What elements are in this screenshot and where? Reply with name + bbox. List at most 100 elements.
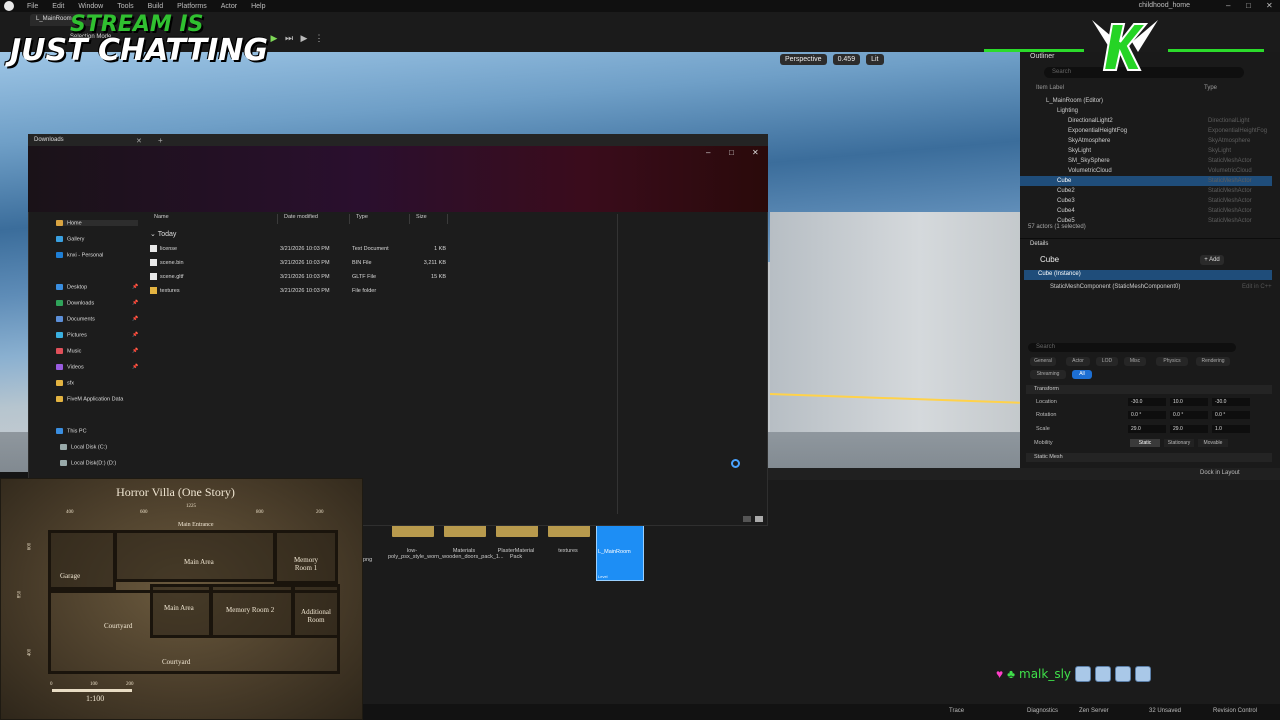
file-row[interactable]: textures 3/21/2026 10:03 PM File folder	[148, 286, 468, 296]
step-icon[interactable]: ⏭	[283, 32, 295, 44]
outliner-row[interactable]: SM_SkySphere StaticMeshActor	[1020, 156, 1272, 166]
edit-cpp-link[interactable]: Edit in C++	[1242, 284, 1272, 290]
location-y[interactable]: 10.0	[1170, 398, 1208, 406]
explorer-tab[interactable]: Downloads	[34, 137, 64, 143]
filter-tab-actor[interactable]: Actor	[1066, 357, 1090, 366]
pin-icon[interactable]: 📌	[132, 316, 138, 322]
pin-icon[interactable]: 📌	[132, 332, 138, 338]
scale-z[interactable]: 1.0	[1212, 425, 1250, 433]
menu-window[interactable]: Window	[71, 3, 110, 10]
zen-server-button[interactable]: Zen Server	[1079, 708, 1109, 714]
folder-icon[interactable]	[444, 525, 486, 537]
col-item-label[interactable]: Item Label	[1036, 85, 1064, 91]
outliner-row[interactable]: SkyAtmosphere SkyAtmosphere	[1020, 136, 1272, 146]
new-tab-icon[interactable]: +	[158, 136, 163, 145]
filter-tab-all[interactable]: All	[1072, 370, 1092, 379]
filter-tab-general[interactable]: General	[1030, 357, 1056, 366]
pin-icon[interactable]: 📌	[132, 300, 138, 306]
sidebar-item[interactable]: Desktop	[56, 284, 138, 290]
play-icon[interactable]: ▶	[268, 32, 280, 44]
maximize-icon[interactable]: □	[1246, 1, 1251, 10]
sidebar-item[interactable]: This PC	[56, 428, 138, 434]
add-component-button[interactable]: + Add	[1200, 255, 1224, 265]
sidebar-item[interactable]: FiveM Application Data	[56, 396, 138, 402]
file-row[interactable]: scene.gltf 3/21/2026 10:03 PM GLTF File 15 …	[148, 272, 468, 282]
filter-tab-lod[interactable]: LOD	[1096, 357, 1118, 366]
perspective-button[interactable]: Perspective	[780, 53, 827, 65]
mobility-stationary[interactable]: Stationary	[1164, 439, 1194, 447]
outliner-tab[interactable]: Outliner	[1030, 53, 1055, 60]
outliner-row[interactable]: Cube4 StaticMeshActor	[1020, 206, 1272, 216]
filter-tab-streaming[interactable]: Streaming	[1030, 370, 1066, 379]
minimize-icon[interactable]: –	[706, 148, 710, 157]
close-icon[interactable]: ✕	[752, 148, 759, 157]
rotation-z[interactable]: 0.0 °	[1212, 411, 1250, 419]
trace-button[interactable]: Trace	[949, 708, 964, 714]
folder-icon[interactable]	[496, 525, 538, 537]
unreal-logo-icon[interactable]	[4, 1, 14, 11]
details-view-icon[interactable]	[743, 516, 751, 522]
mobility-movable[interactable]: Movable	[1198, 439, 1228, 447]
outliner-row[interactable]: Cube2 StaticMeshActor	[1020, 186, 1272, 196]
instance-row[interactable]: Cube (Instance)	[1024, 270, 1272, 280]
menu-platforms[interactable]: Platforms	[170, 3, 214, 10]
transform-section[interactable]: Transform	[1026, 385, 1272, 394]
filter-tab-rendering[interactable]: Rendering	[1196, 357, 1230, 366]
sidebar-item[interactable]: Local Disk(D:) (D:)	[60, 460, 142, 466]
outliner-row[interactable]: DirectionalLight2 DirectionalLight	[1020, 116, 1272, 126]
minimize-icon[interactable]: –	[1226, 1, 1230, 10]
location-z[interactable]: -30.0	[1212, 398, 1250, 406]
sidebar-item[interactable]: Documents	[56, 316, 138, 322]
file-row[interactable]: scene.bin 3/21/2026 10:03 PM BIN File 3,211…	[148, 258, 468, 268]
menu-file[interactable]: File	[20, 3, 45, 10]
outliner-row[interactable]: Cube3 StaticMeshActor	[1020, 196, 1272, 206]
outliner-row[interactable]: Cube StaticMeshActor	[1020, 176, 1272, 186]
more-icon[interactable]: ⋮	[313, 32, 325, 44]
sidebar-item[interactable]: Pictures	[56, 332, 138, 338]
outliner-row[interactable]: VolumetricCloud VolumetricCloud	[1020, 166, 1272, 176]
scale-y[interactable]: 29.0	[1170, 425, 1208, 433]
component-row[interactable]: StaticMeshComponent (StaticMeshComponent…	[1050, 284, 1180, 290]
sidebar-item[interactable]: knxi - Personal	[56, 252, 138, 258]
details-search-input[interactable]: Search	[1028, 343, 1236, 352]
diagnostics-button[interactable]: Diagnostics	[1027, 708, 1058, 714]
mobility-static[interactable]: Static	[1130, 439, 1160, 447]
outliner-row[interactable]: ExponentialHeightFog ExponentialHeightFog	[1020, 126, 1272, 136]
col-size[interactable]: Size	[410, 214, 448, 224]
menu-build[interactable]: Build	[141, 3, 171, 10]
sidebar-item[interactable]: Music	[56, 348, 138, 354]
tiles-view-icon[interactable]	[755, 516, 763, 522]
menu-help[interactable]: Help	[244, 3, 272, 10]
location-x[interactable]: -30.0	[1128, 398, 1166, 406]
sidebar-item[interactable]: Videos	[56, 364, 138, 370]
unsaved-button[interactable]: 32 Unsaved	[1149, 708, 1181, 714]
rotation-y[interactable]: 0.0 °	[1170, 411, 1208, 419]
pin-icon[interactable]: 📌	[132, 284, 138, 290]
close-icon[interactable]: ✕	[1266, 1, 1273, 10]
dock-in-layout-button[interactable]: Dock in Layout	[1200, 470, 1240, 476]
folder-icon[interactable]	[548, 525, 590, 537]
lit-button[interactable]: Lit	[866, 53, 884, 65]
sidebar-item[interactable]: Downloads	[56, 300, 138, 306]
file-row[interactable]: license 3/21/2026 10:03 PM Text Document 1 …	[148, 244, 468, 254]
filter-tab-physics[interactable]: Physics	[1156, 357, 1188, 366]
outliner-row[interactable]: L_MainRoom (Editor)	[1020, 96, 1272, 106]
sidebar-item[interactable]: sfx	[56, 380, 138, 386]
outliner-row[interactable]: Lighting	[1020, 106, 1272, 116]
sidebar-item[interactable]: Home	[56, 220, 138, 227]
revision-control-button[interactable]: Revision Control	[1213, 708, 1257, 714]
scale-x[interactable]: 29.0	[1128, 425, 1166, 433]
menu-actor[interactable]: Actor	[214, 3, 244, 10]
col-type[interactable]: Type	[1204, 85, 1217, 91]
tab-close-icon[interactable]: ✕	[136, 137, 142, 145]
fov-value[interactable]: 0.459	[832, 53, 861, 65]
pin-icon[interactable]: 📌	[132, 348, 138, 354]
outliner-row[interactable]: SkyLight SkyLight	[1020, 146, 1272, 156]
sidebar-item[interactable]: Local Disk (C:)	[60, 444, 142, 450]
simulate-icon[interactable]: ▶	[298, 32, 310, 44]
static-mesh-section[interactable]: Static Mesh	[1026, 453, 1272, 462]
menu-tools[interactable]: Tools	[110, 3, 140, 10]
col-name[interactable]: Name	[148, 214, 278, 224]
maximize-icon[interactable]: □	[729, 148, 734, 157]
details-tab[interactable]: Details	[1030, 241, 1048, 247]
